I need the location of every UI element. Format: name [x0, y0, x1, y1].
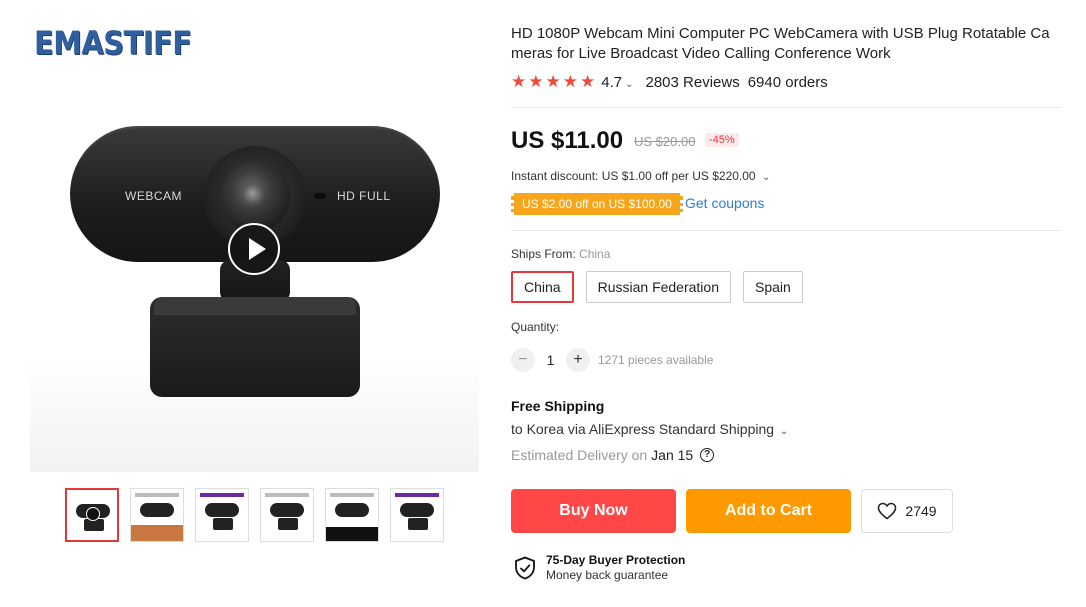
ships-from-options: China Russian Federation Spain	[511, 271, 803, 303]
thumbnail-strip	[65, 488, 444, 542]
instant-discount[interactable]: Instant discount: US $1.00 off per US $2…	[511, 169, 770, 183]
lens-core	[243, 185, 267, 209]
chevron-down-icon: ⌄	[761, 172, 771, 183]
ship-option-china[interactable]: China	[511, 271, 574, 303]
mic-dot	[314, 193, 326, 199]
thumb-webcam-shape	[140, 503, 174, 517]
original-price: US $20.00	[634, 134, 696, 149]
quantity-label: Quantity:	[511, 320, 560, 334]
play-icon	[86, 507, 100, 521]
reviews-link[interactable]: 2803 Reviews	[646, 74, 740, 91]
star-icon: ★	[562, 72, 578, 91]
get-coupons-link[interactable]: Get coupons	[685, 195, 764, 211]
thumbnail-purple-banner[interactable]	[195, 488, 249, 542]
webcam-label-right: HD FULL	[337, 189, 391, 203]
thumb-base-shape	[213, 518, 233, 530]
thumb-banner	[135, 493, 179, 497]
divider	[511, 230, 1061, 231]
add-to-cart-button[interactable]: Add to Cart	[686, 489, 851, 533]
pieces-available: 1271 pieces available	[598, 353, 714, 367]
star-icon: ★	[545, 72, 561, 91]
thumb-webcam-shape	[400, 503, 434, 517]
thumb-webcam-shape	[335, 503, 369, 517]
thumb-banner	[395, 493, 439, 497]
rating-value[interactable]: 4.7 ⌄	[601, 74, 633, 91]
buyer-protection: 75-Day Buyer Protection Money back guara…	[514, 553, 685, 582]
thumbnail-floor[interactable]	[130, 488, 184, 542]
protection-subtitle: Money back guarantee	[546, 568, 669, 582]
play-icon[interactable]	[228, 223, 280, 275]
delivery-date: Jan 15	[651, 447, 694, 463]
thumbnail-purple-banner-2[interactable]	[390, 488, 444, 542]
wishlist-count: 2749	[905, 503, 937, 519]
product-title: HD 1080P Webcam Mini Computer PC WebCame…	[511, 25, 1050, 62]
thumbnail-video[interactable]	[65, 488, 119, 542]
coupon-tag[interactable]: US $2.00 off on US $100.00	[511, 193, 683, 215]
thumb-base-shape	[278, 518, 298, 530]
ship-option-russian-federation[interactable]: Russian Federation	[585, 271, 731, 303]
protection-title: 75-Day Buyer Protection	[546, 553, 686, 567]
heart-icon	[878, 502, 897, 520]
star-icon: ★	[511, 72, 527, 91]
chevron-down-icon: ⌄	[777, 426, 789, 437]
webcam-base-top	[154, 297, 356, 315]
increase-quantity-button[interactable]: +	[566, 348, 590, 372]
estimated-delivery: Estimated Delivery on Jan 15 ?	[511, 447, 715, 463]
thumb-base-shape	[408, 518, 428, 530]
main-product-image[interactable]: WEBCAM HD FULL	[30, 82, 479, 472]
store-logo[interactable]: EMASTIFF	[34, 24, 192, 62]
quantity-stepper: − 1 + 1271 pieces available	[511, 348, 713, 372]
chevron-down-icon: ⌄	[625, 78, 634, 90]
help-icon[interactable]: ?	[700, 448, 715, 462]
thumb-banner	[200, 493, 244, 497]
thumb-dark-floor	[326, 527, 378, 541]
thumbnail-gray-banner[interactable]	[260, 488, 314, 542]
star-icon: ★	[528, 72, 544, 91]
free-shipping-label: Free Shipping	[511, 398, 605, 414]
discount-badge: -45%	[705, 133, 739, 147]
orders-count: 6940 orders	[747, 73, 828, 91]
wishlist-button[interactable]: 2749	[861, 489, 953, 533]
shipping-method[interactable]: to Korea via AliExpress Standard Shippin…	[511, 421, 788, 437]
quantity-input[interactable]: 1	[535, 352, 566, 368]
current-price: US $11.00	[511, 127, 624, 154]
ship-option-spain[interactable]: Spain	[743, 271, 803, 303]
divider	[511, 107, 1061, 108]
thumb-banner	[265, 493, 309, 497]
decrease-quantity-button[interactable]: −	[511, 348, 535, 372]
rating-row: ★ ★ ★ ★ ★ 4.7 ⌄ 2803 Reviews 6940 orders	[511, 72, 828, 92]
ships-from-label: Ships From: China	[511, 247, 611, 261]
star-icon: ★	[580, 72, 596, 91]
thumbnail-dark-banner[interactable]	[325, 488, 379, 542]
webcam-label-left: WEBCAM	[125, 189, 182, 203]
thumb-floor	[131, 525, 183, 541]
thumb-webcam-shape	[270, 503, 304, 517]
thumb-webcam-shape	[205, 503, 239, 517]
buy-now-button[interactable]: Buy Now	[511, 489, 676, 533]
thumb-banner	[330, 493, 374, 497]
star-rating: ★ ★ ★ ★ ★	[511, 72, 595, 92]
shield-check-icon	[515, 556, 535, 579]
